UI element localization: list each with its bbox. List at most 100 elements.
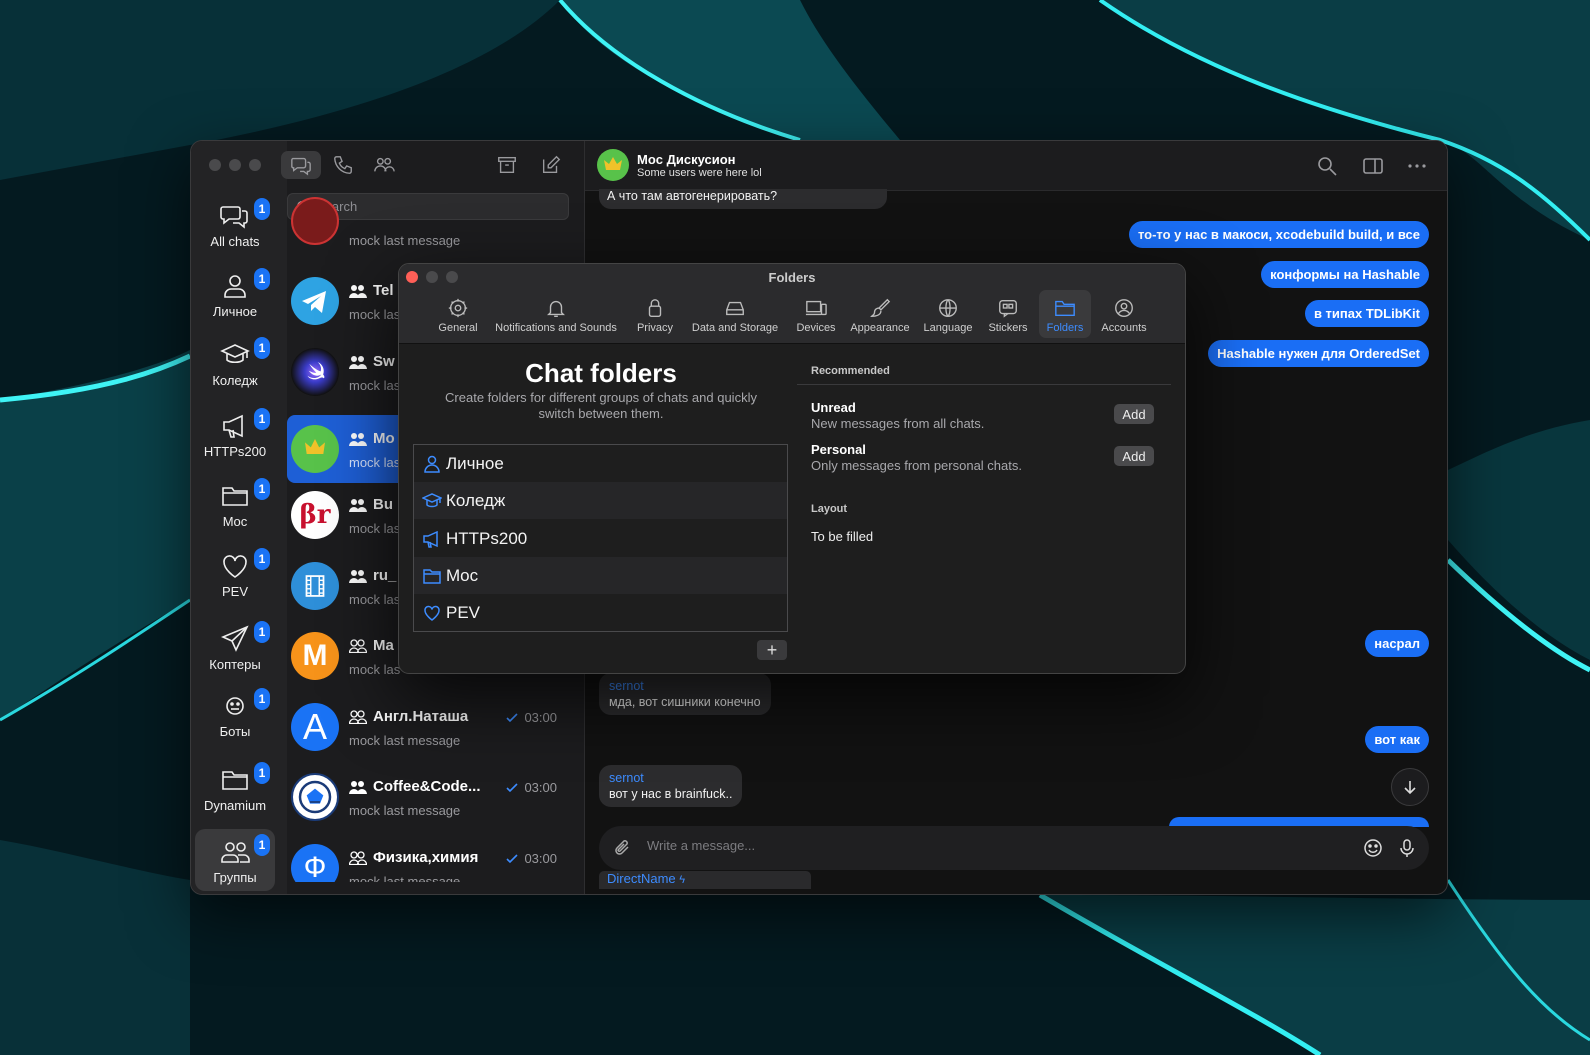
- chat-row[interactable]: Coffee&Code... mock last message 03:00: [287, 763, 581, 831]
- rail-item-dynamium[interactable]: Dynamium 1: [195, 757, 275, 819]
- message-sender[interactable]: sernot: [609, 771, 732, 785]
- tab-general[interactable]: General: [435, 290, 481, 338]
- tab-data-storage[interactable]: Data and Storage: [687, 290, 783, 338]
- message-bubble-outgoing[interactable]: то-то у нас в макоси, xcodebuild build, …: [1128, 221, 1429, 248]
- message-bubble-outgoing[interactable]: насрал: [1365, 630, 1429, 657]
- add-personal-button[interactable]: Add: [1114, 446, 1154, 466]
- message-input[interactable]: [647, 838, 1287, 853]
- chat-time-text: 03:00: [524, 780, 557, 795]
- unread-badge: 1: [254, 268, 270, 290]
- rail-item-personal[interactable]: Личное 1: [195, 263, 275, 325]
- chat-title: Coffee&Code...: [349, 778, 481, 795]
- folder-row-college[interactable]: Коледж: [414, 482, 787, 519]
- tab-language[interactable]: Language: [920, 290, 976, 338]
- conversation-header[interactable]: Moc Дискусион Some users were here lol: [585, 141, 1447, 191]
- tab-notifications[interactable]: Notifications and Sounds: [489, 290, 623, 338]
- megaphone-icon: [223, 414, 243, 438]
- rail-item-college[interactable]: Коледж 1: [195, 332, 275, 394]
- chat-title-text: Coffee&Code...: [373, 778, 481, 795]
- message-text: вот у нас в brainfuck..: [609, 787, 733, 801]
- megaphone-icon: [423, 530, 438, 548]
- folder-name: Moc: [446, 565, 479, 585]
- message-bubble-incoming[interactable]: sernot мда, вот сишники конечно: [599, 673, 771, 715]
- unread-badge: 1: [254, 408, 270, 430]
- minimize-button[interactable]: [229, 159, 241, 171]
- graduation-cap-icon: [422, 492, 442, 507]
- chat-last-message: mock las: [349, 378, 401, 393]
- rail-item-all-chats[interactable]: All chats 1: [195, 193, 275, 255]
- chat-folders-description: Create folders for different groups of c…: [445, 390, 757, 421]
- chat-row[interactable]: A Англ.Наташа mock last message 03:00: [287, 693, 581, 761]
- rail-item-bots[interactable]: Боты 1: [195, 683, 275, 745]
- scroll-to-bottom-button[interactable]: [1391, 768, 1429, 806]
- chat-title-text: Bu: [373, 496, 393, 513]
- add-unread-button[interactable]: Add: [1114, 404, 1154, 424]
- close-button[interactable]: [209, 159, 221, 171]
- account-icon: [1115, 299, 1133, 317]
- folder-row-pev[interactable]: PEV: [414, 594, 787, 631]
- folder-name: HTTPs200: [446, 528, 528, 548]
- chat-row[interactable]: mock last message: [287, 197, 581, 255]
- film-icon: [305, 575, 325, 597]
- tab-devices[interactable]: Devices: [791, 290, 841, 338]
- unread-badge: 1: [254, 548, 270, 570]
- compose-button[interactable]: [531, 151, 571, 179]
- emoji-icon[interactable]: [1363, 838, 1383, 858]
- rail-item-https200[interactable]: HTTPs200 1: [195, 403, 275, 465]
- rail-label: Личное: [212, 304, 258, 319]
- paper-plane-icon: [220, 625, 249, 652]
- rail-label: Группы: [213, 870, 257, 885]
- divider: [797, 384, 1171, 385]
- rail-item-copters[interactable]: Коптеры 1: [195, 616, 275, 678]
- zoom-button[interactable]: [249, 159, 261, 171]
- chat-title-text: Mo: [373, 430, 395, 447]
- rail-item-groups[interactable]: Группы 1: [195, 829, 275, 891]
- direct-name-label[interactable]: DirectName ϟ: [599, 871, 811, 889]
- tab-calls[interactable]: [323, 151, 363, 179]
- folder-row-moc[interactable]: Moc: [414, 557, 787, 594]
- rail-item-moc[interactable]: Moc 1: [195, 473, 275, 535]
- chat-time-text: 03:00: [524, 851, 557, 866]
- add-folder-button[interactable]: +: [757, 640, 787, 660]
- tab-label: Folders: [1046, 322, 1084, 334]
- read-check-icon: [506, 782, 519, 792]
- chat-row[interactable]: Ф Физика,химия mock last message 03:00: [287, 834, 581, 882]
- message-bubble-incoming[interactable]: sernot вот у нас в brainfuck..: [599, 765, 743, 807]
- coffee-logo-icon: [298, 780, 332, 814]
- tab-folders[interactable]: Folders: [1039, 290, 1091, 338]
- chats-icon: [291, 157, 311, 176]
- message-bubble-outgoing[interactable]: вот как: [1365, 726, 1429, 753]
- rail-item-pev[interactable]: PEV 1: [195, 543, 275, 605]
- message-bubble-incoming[interactable]: А что там автогенерировать?: [599, 189, 887, 209]
- group-icon: [349, 569, 367, 583]
- chat-title: Mo: [349, 430, 395, 447]
- tab-accounts[interactable]: Accounts: [1095, 290, 1153, 338]
- group-icon: [349, 709, 367, 724]
- archive-button[interactable]: [487, 151, 527, 179]
- search-icon[interactable]: [1315, 154, 1339, 178]
- sidebar-toggle-icon[interactable]: [1361, 154, 1385, 178]
- folder-row-personal[interactable]: Личное: [414, 445, 787, 482]
- message-bubble-outgoing[interactable]: Hashable нужен для OrderedSet: [1208, 340, 1429, 367]
- message-sender[interactable]: sernot: [609, 679, 761, 693]
- rail-label: PEV: [221, 584, 248, 599]
- tab-stickers[interactable]: Stickers: [982, 290, 1034, 338]
- tab-contacts[interactable]: [364, 151, 404, 179]
- read-check-icon: [506, 712, 519, 722]
- folder-row-https200[interactable]: HTTPs200: [414, 520, 787, 557]
- heart-icon: [424, 605, 440, 621]
- chat-title-text: Sw: [373, 353, 395, 370]
- paperclip-icon[interactable]: [613, 838, 633, 858]
- tab-appearance[interactable]: Appearance: [847, 290, 913, 338]
- heart-icon: [223, 555, 247, 578]
- conversation-avatar[interactable]: [597, 149, 629, 181]
- rail-label: All chats: [210, 234, 260, 249]
- message-bubble-outgoing[interactable]: в типах TDLibKit: [1304, 300, 1429, 327]
- window-controls[interactable]: [209, 159, 261, 171]
- tab-privacy[interactable]: Privacy: [631, 290, 679, 338]
- message-bubble-outgoing[interactable]: конформы на Hashable: [1261, 261, 1429, 288]
- tab-chats[interactable]: [281, 151, 321, 179]
- more-icon[interactable]: [1405, 154, 1429, 178]
- microphone-icon[interactable]: [1397, 838, 1417, 858]
- tab-label: Data and Storage: [691, 322, 779, 334]
